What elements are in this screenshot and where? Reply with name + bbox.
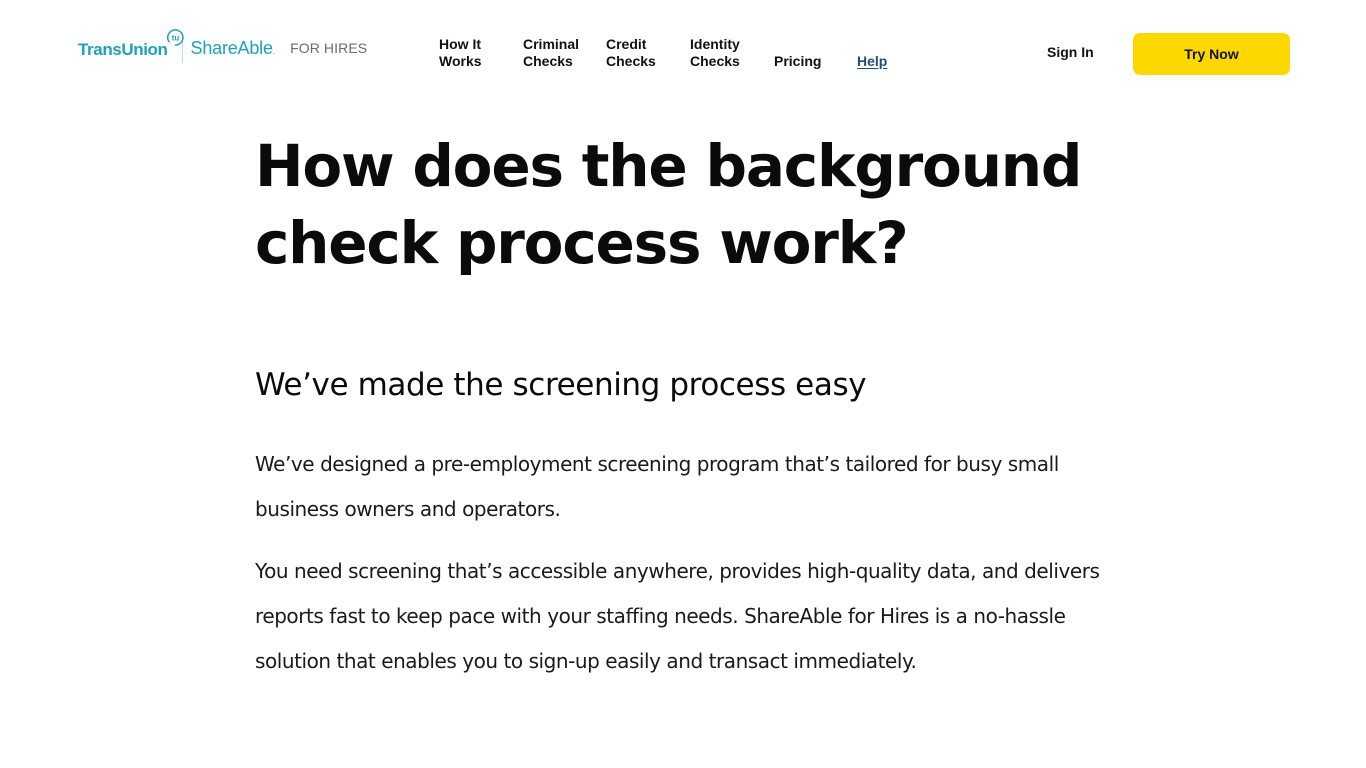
nav-credit-checks[interactable]: Credit Checks [606, 36, 656, 70]
section-subheading: We’ve made the screening process easy [255, 367, 867, 403]
main-content: How does the background check process wo… [255, 128, 1125, 684]
try-now-button[interactable]: Try Now [1133, 33, 1290, 75]
transunion-logo: TransUnion tu [78, 28, 184, 68]
intro-paragraph: We’ve designed a pre-employment screenin… [255, 452, 1059, 521]
nav-help[interactable]: Help [857, 53, 887, 70]
for-hires-label: FOR HIRES [290, 40, 368, 56]
tu-mark-text: tu [172, 33, 180, 42]
nav-pricing[interactable]: Pricing [774, 53, 821, 70]
home-logo-link[interactable]: TransUnion tu ShareAble. FOR HIRES [78, 28, 367, 68]
sign-in-link[interactable]: Sign In [1047, 44, 1094, 60]
nav-how-it-works[interactable]: How It Works [439, 36, 482, 70]
shareable-dot: . [272, 45, 276, 56]
nav-criminal-checks[interactable]: Criminal Checks [523, 36, 579, 70]
site-header: TransUnion tu ShareAble. FOR HIRES How I… [0, 0, 1366, 100]
shareable-wordmark: ShareAble. [191, 38, 276, 59]
transunion-wordmark: TransUnion [78, 40, 168, 59]
page-title: How does the background check process wo… [255, 132, 1082, 277]
shareable-text: ShareAble [190, 37, 273, 58]
tu-circle-icon: tu [166, 29, 184, 46]
details-paragraph: You need screening that’s accessible any… [255, 559, 1100, 673]
nav-identity-checks[interactable]: Identity Checks [690, 36, 740, 70]
